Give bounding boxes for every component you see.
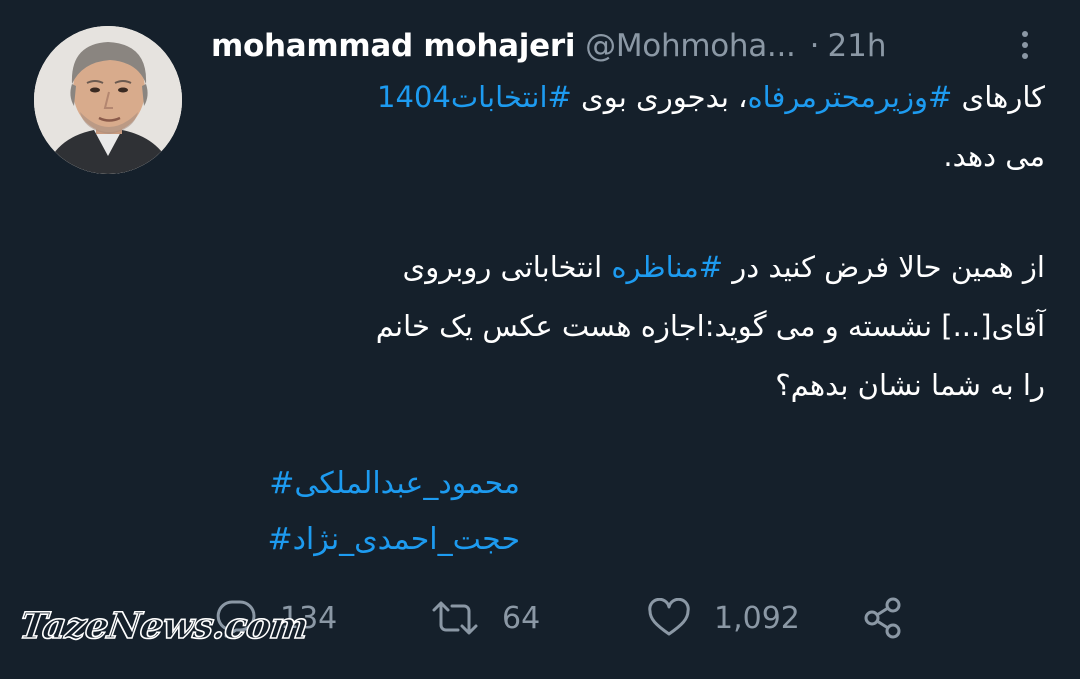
share-button[interactable] (860, 592, 906, 644)
share-icon (864, 597, 901, 639)
more-vertical-icon[interactable] (1010, 26, 1040, 66)
watermark: TazeNews.com (16, 604, 311, 648)
tweet-text-line: آقای[...] نشسته و می گوید:اجازه هست عکس … (375, 309, 1045, 343)
avatar-image (34, 26, 182, 174)
hashtag-link[interactable]: محمود_عبدالملکی# (200, 456, 520, 512)
hashtag-link[interactable]: #وزیرمحترمرفاه (747, 80, 952, 114)
tweet-text-line: می دهد. (943, 139, 1045, 173)
heart-icon (648, 598, 690, 636)
paragraph-break (200, 186, 1045, 238)
hashtag-list: محمود_عبدالملکی# حجت_احمدی_نژاد# (200, 456, 520, 568)
like-button[interactable]: 1,092 (646, 592, 800, 644)
display-name[interactable]: mohammad mohajeri (211, 28, 575, 64)
hashtag-link[interactable]: #انتخابات1404 (377, 80, 572, 114)
text-segment: از همین حالا فرض کنید در (723, 250, 1045, 284)
tweet-text-line: را به شما نشان بدهم؟ (775, 368, 1045, 402)
user-handle[interactable]: @Mohmoha... (585, 28, 796, 64)
tweet-card[interactable]: mohammad mohajeri @Mohmoha... · 21h کاره… (0, 0, 1080, 679)
text-segment: ، بدجوری بوی (571, 80, 748, 114)
avatar[interactable] (34, 26, 182, 174)
hashtag-link[interactable]: حجت_احمدی_نژاد# (200, 512, 520, 568)
text-segment: انتخاباتی روبروی (402, 250, 612, 284)
tweet-text: کارهای #وزیرمحترمرفاه، بدجوری بوی #انتخا… (200, 68, 1045, 415)
tweet-actions: 134 64 1,092 (210, 592, 930, 644)
retweet-count: 64 (502, 600, 541, 636)
tweet-text-line: کارهای #وزیرمحترمرفاه، بدجوری بوی #انتخا… (200, 68, 1045, 127)
tweet-text-line: از همین حالا فرض کنید در #مناظره انتخابا… (200, 238, 1045, 297)
retweet-icon (432, 601, 478, 635)
hashtag-link[interactable]: #مناظره (611, 250, 723, 284)
separator-dot: · (809, 28, 820, 64)
tweet-header: mohammad mohajeri @Mohmoha... · 21h (211, 26, 887, 66)
timestamp[interactable]: 21h (827, 28, 886, 64)
text-segment: کارهای (952, 80, 1046, 114)
like-count: 1,092 (714, 600, 800, 636)
retweet-button[interactable]: 64 (430, 592, 540, 644)
